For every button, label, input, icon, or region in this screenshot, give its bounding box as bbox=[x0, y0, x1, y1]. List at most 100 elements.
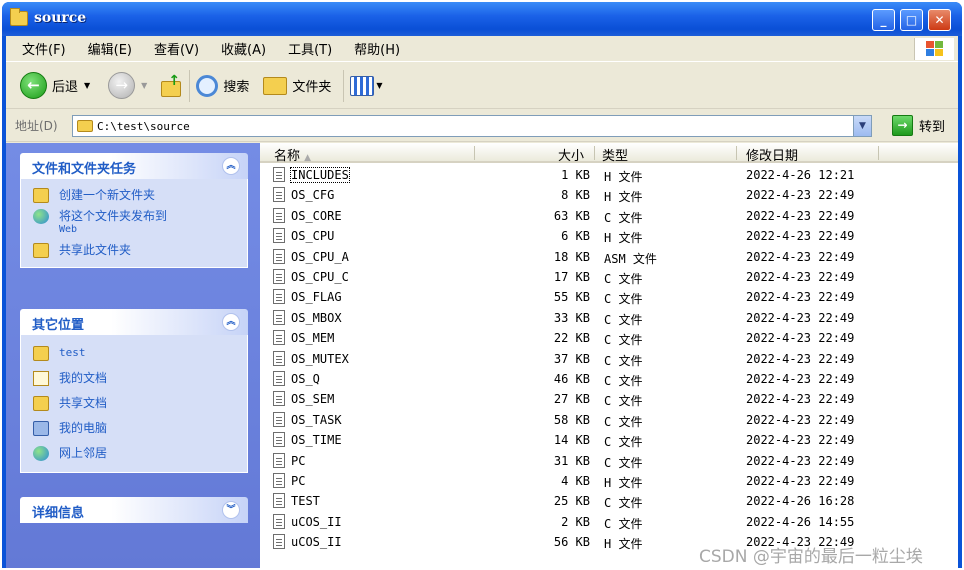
file-type: C 文件 bbox=[604, 333, 643, 348]
search-button[interactable]: 搜索 bbox=[196, 74, 249, 97]
file-size: 27 KB bbox=[553, 392, 590, 407]
chevron-down-icon[interactable]: ▼ bbox=[853, 116, 871, 136]
file-modified: 2022-4-23 22:49 bbox=[746, 392, 855, 407]
menu-item[interactable]: 帮助(H) bbox=[354, 39, 400, 58]
file-icon bbox=[273, 330, 285, 346]
panel-body: test 我的文档 共享文档 我的电脑 网上邻居 bbox=[20, 335, 248, 473]
place-my-documents[interactable]: 我的文档 bbox=[21, 364, 247, 389]
column-separator[interactable] bbox=[736, 146, 737, 160]
column-separator[interactable] bbox=[474, 146, 475, 160]
address-input[interactable]: C:\test\source ▼ bbox=[72, 115, 872, 137]
address-label: 地址(D) bbox=[15, 119, 58, 133]
folder-icon bbox=[10, 8, 28, 26]
file-row[interactable]: OS_CORE 63 KB C 文件 2022-4-23 22:49 bbox=[260, 206, 958, 226]
file-row[interactable]: OS_MEM 22 KB C 文件 2022-4-23 22:49 bbox=[260, 328, 958, 348]
documents-icon bbox=[33, 371, 49, 386]
file-modified: 2022-4-23 22:49 bbox=[746, 290, 855, 305]
close-button[interactable]: ✕ bbox=[928, 9, 951, 31]
collapse-icon[interactable]: ︽ bbox=[222, 313, 240, 331]
file-row[interactable]: OS_SEM 27 KB C 文件 2022-4-23 22:49 bbox=[260, 389, 958, 409]
column-name[interactable]: 名称 ▲ bbox=[274, 145, 311, 164]
up-folder-button[interactable]: ↑ bbox=[159, 73, 183, 99]
file-modified: 2022-4-23 22:49 bbox=[746, 351, 855, 366]
file-type: H 文件 bbox=[604, 231, 643, 246]
other-places-panel: 其它位置 ︽ test 我的文档 共享文档 我的电脑 网上邻居 bbox=[20, 309, 248, 473]
place-my-computer[interactable]: 我的电脑 bbox=[21, 414, 247, 439]
panel-title: 其它位置 bbox=[32, 318, 85, 333]
windows-flag-icon bbox=[926, 41, 944, 57]
task-publish-web[interactable]: 将这个文件夹发布到 Web bbox=[21, 206, 247, 240]
file-row[interactable]: OS_TIME 14 KB C 文件 2022-4-23 22:49 bbox=[260, 430, 958, 450]
folder-icon bbox=[33, 396, 49, 411]
go-button[interactable]: → 转到 bbox=[892, 115, 945, 136]
file-row[interactable]: OS_FLAG 55 KB C 文件 2022-4-23 22:49 bbox=[260, 287, 958, 307]
file-row[interactable]: OS_MUTEX 37 KB C 文件 2022-4-23 22:49 bbox=[260, 349, 958, 369]
folder-icon bbox=[77, 120, 93, 132]
file-modified: 2022-4-23 22:49 bbox=[746, 270, 855, 284]
file-modified: 2022-4-26 16:28 bbox=[746, 494, 855, 509]
file-row[interactable]: INCLUDES 1 KB H 文件 2022-4-26 12:21 bbox=[260, 165, 958, 185]
windows-logo bbox=[914, 38, 954, 60]
file-row[interactable]: OS_TASK 58 KB C 文件 2022-4-23 22:49 bbox=[260, 410, 958, 430]
sort-up-icon: ▲ bbox=[304, 153, 312, 163]
file-row[interactable]: PC 4 KB H 文件 2022-4-23 22:49 bbox=[260, 471, 958, 491]
chevron-down-icon[interactable]: ▼ bbox=[376, 81, 382, 90]
task-label: 创建一个新文件夹 bbox=[59, 188, 156, 202]
menu-item[interactable]: 文件(F) bbox=[22, 39, 66, 58]
file-row[interactable]: OS_MBOX 33 KB C 文件 2022-4-23 22:49 bbox=[260, 308, 958, 328]
column-type[interactable]: 类型 bbox=[602, 145, 628, 164]
column-size[interactable]: 大小 bbox=[558, 145, 584, 164]
task-new-folder[interactable]: 创建一个新文件夹 bbox=[21, 185, 247, 206]
file-row[interactable]: OS_Q 46 KB C 文件 2022-4-23 22:49 bbox=[260, 369, 958, 389]
file-type: C 文件 bbox=[604, 435, 643, 450]
expand-icon[interactable]: ︾ bbox=[222, 501, 240, 519]
maximize-button[interactable]: □ bbox=[900, 9, 923, 31]
menu-item[interactable]: 编辑(E) bbox=[88, 39, 132, 58]
file-row[interactable]: OS_CPU_A 18 KB ASM 文件 2022-4-23 22:49 bbox=[260, 247, 958, 267]
chevron-down-icon[interactable]: ▼ bbox=[84, 81, 90, 90]
panel-header[interactable]: 文件和文件夹任务 ︽ bbox=[20, 153, 248, 179]
file-size: 1 KB bbox=[561, 168, 590, 182]
file-row[interactable]: OS_CPU_C 17 KB C 文件 2022-4-23 22:49 bbox=[260, 267, 958, 287]
place-network[interactable]: 网上邻居 bbox=[21, 439, 247, 464]
task-share-folder[interactable]: 共享此文件夹 bbox=[21, 240, 247, 261]
menu-item[interactable]: 收藏(A) bbox=[221, 39, 266, 58]
place-shared-documents[interactable]: 共享文档 bbox=[21, 389, 247, 414]
file-row[interactable]: uCOS_II 2 KB C 文件 2022-4-26 14:55 bbox=[260, 512, 958, 532]
file-row[interactable]: PC 31 KB C 文件 2022-4-23 22:49 bbox=[260, 451, 958, 471]
column-separator[interactable] bbox=[878, 146, 879, 160]
file-icon bbox=[273, 350, 285, 366]
file-icon bbox=[273, 187, 285, 203]
file-icon bbox=[273, 493, 285, 509]
file-row[interactable]: TEST 25 KB C 文件 2022-4-26 16:28 bbox=[260, 491, 958, 511]
file-size: 6 KB bbox=[561, 229, 590, 244]
address-path: C:\test\source bbox=[97, 119, 190, 133]
file-type: C 文件 bbox=[604, 312, 643, 327]
share-folder-icon bbox=[33, 243, 49, 258]
file-size: 46 KB bbox=[553, 372, 590, 386]
folders-button[interactable]: 文件夹 bbox=[263, 76, 331, 95]
minimize-button[interactable]: _ bbox=[872, 9, 895, 31]
file-row[interactable]: OS_CFG 8 KB H 文件 2022-4-23 22:49 bbox=[260, 185, 958, 205]
file-icon bbox=[273, 391, 285, 407]
collapse-icon[interactable]: ︽ bbox=[222, 157, 240, 175]
forward-button[interactable]: → ▼ bbox=[108, 72, 147, 99]
place-test[interactable]: test bbox=[21, 343, 247, 364]
panel-header[interactable]: 其它位置 ︽ bbox=[20, 309, 248, 335]
menu-item[interactable]: 查看(V) bbox=[154, 39, 199, 58]
chevron-down-icon[interactable]: ▼ bbox=[141, 81, 147, 90]
file-size: 58 KB bbox=[553, 412, 590, 427]
column-modified[interactable]: 修改日期 bbox=[746, 145, 798, 164]
panel-header[interactable]: 详细信息 ︾ bbox=[20, 497, 248, 523]
file-tasks-panel: 文件和文件夹任务 ︽ 创建一个新文件夹 将这个文件夹发布到 Web 共享此文件夹 bbox=[20, 153, 248, 268]
back-button[interactable]: ← 后退 ▼ bbox=[20, 72, 90, 99]
file-row[interactable]: OS_CPU 6 KB H 文件 2022-4-23 22:49 bbox=[260, 226, 958, 246]
views-button[interactable]: ▼ bbox=[350, 75, 383, 96]
column-header: 名称 ▲ 大小 类型 修改日期 bbox=[260, 143, 958, 164]
menu-item[interactable]: 工具(T) bbox=[288, 39, 332, 58]
file-type: ASM 文件 bbox=[604, 251, 657, 266]
column-separator[interactable] bbox=[594, 146, 595, 160]
title-bar[interactable]: source _ □ ✕ bbox=[2, 2, 962, 36]
publish-web-icon bbox=[33, 209, 49, 224]
window-client: 文件(F) 编辑(E) 查看(V) 收藏(A) 工具(T) 帮助(H) ← 后退 ▼ → … bbox=[6, 36, 958, 568]
